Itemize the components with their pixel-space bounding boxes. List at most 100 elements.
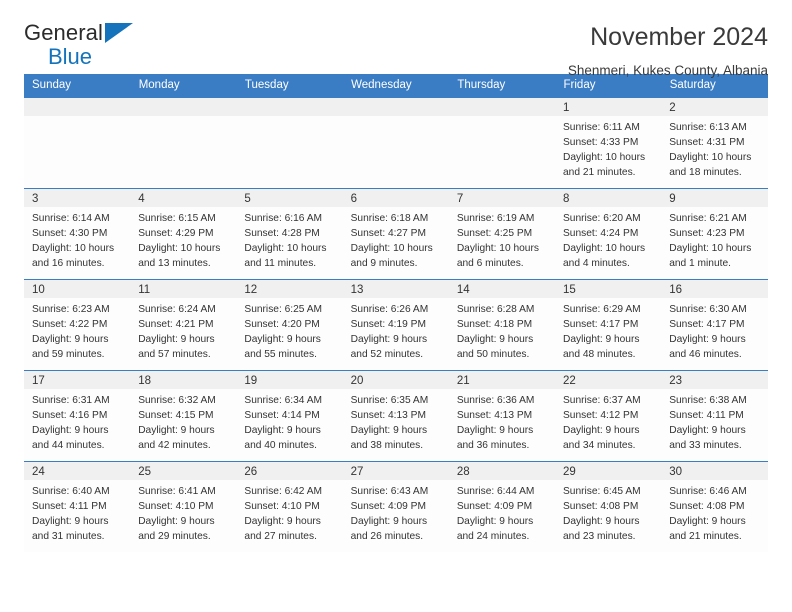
brand-name-bottom: Blue [48,44,93,69]
calendar-day-cell[interactable]: 28 Sunrise: 6:44 AM Sunset: 4:09 PM Dayligh… [448,461,556,552]
weekday-header-sunday: Sunday [24,74,131,98]
day-number: 20 [342,371,449,389]
sunset-text: Sunset: 4:18 PM [456,319,533,331]
sunrise-text: Sunrise: 6:40 AM [32,486,110,497]
title-block: November 2024 Shenmeri, Kukes County, Al… [568,22,768,77]
sunrise-text: Sunrise: 6:44 AM [456,486,535,497]
day-details: Sunrise: 6:34 AM Sunset: 4:14 PM Daylight:… [236,389,342,453]
calendar-day-cell[interactable]: 24 Sunrise: 6:40 AM Sunset: 4:11 PM Dayligh… [24,461,131,552]
calendar-day-cell[interactable]: 13 Sunrise: 6:26 AM Sunset: 4:19 PM Dayligh… [342,279,449,371]
calendar-day-cell[interactable]: 19 Sunrise: 6:34 AM Sunset: 4:14 PM Dayligh… [236,370,343,462]
calendar-day-cell[interactable]: 21 Sunrise: 6:36 AM Sunset: 4:13 PM Dayligh… [448,370,556,462]
calendar-cell-empty [24,97,131,189]
day-details: Sunrise: 6:18 AM Sunset: 4:27 PM Daylight:… [343,207,449,271]
daylight-text: Daylight: 9 hours and 42 minutes. [138,425,215,452]
day-number: 15 [555,280,662,298]
sunset-text: Sunset: 4:23 PM [669,228,745,240]
day-number [448,98,556,116]
day-details: Sunrise: 6:25 AM Sunset: 4:20 PM Daylight:… [236,298,342,362]
daylight-text: Daylight: 10 hours and 6 minutes. [456,243,539,270]
sunrise-text: Sunrise: 6:41 AM [138,486,216,497]
sunrise-text: Sunrise: 6:21 AM [669,213,747,224]
daylight-text: Daylight: 9 hours and 59 minutes. [32,334,109,361]
calendar-day-cell[interactable]: 14 Sunrise: 6:28 AM Sunset: 4:18 PM Dayligh… [448,279,556,371]
sunrise-text: Sunrise: 6:45 AM [563,486,641,497]
daylight-text: Daylight: 9 hours and 23 minutes. [563,516,640,543]
daylight-text: Daylight: 9 hours and 31 minutes. [32,516,109,543]
page-title: November 2024 [590,23,768,51]
calendar-day-cell[interactable]: 25 Sunrise: 6:41 AM Sunset: 4:10 PM Dayligh… [130,461,237,552]
daylight-text: Daylight: 10 hours and 11 minutes. [244,243,327,270]
calendar-day-cell[interactable]: 5 Sunrise: 6:16 AM Sunset: 4:28 PM Daylight… [236,188,343,280]
calendar-day-cell[interactable]: 27 Sunrise: 6:43 AM Sunset: 4:09 PM Dayligh… [342,461,449,552]
calendar-day-cell[interactable]: 17 Sunrise: 6:31 AM Sunset: 4:16 PM Dayligh… [24,370,131,462]
calendar-day-cell[interactable]: 22 Sunrise: 6:37 AM Sunset: 4:12 PM Dayligh… [555,370,662,462]
calendar-day-cell[interactable]: 30 Sunrise: 6:46 AM Sunset: 4:08 PM Dayligh… [661,461,768,552]
calendar-day-cell[interactable]: 29 Sunrise: 6:45 AM Sunset: 4:08 PM Dayligh… [555,461,662,552]
daylight-text: Daylight: 10 hours and 13 minutes. [138,243,221,270]
sunset-text: Sunset: 4:09 PM [350,501,426,513]
calendar-day-cell[interactable]: 11 Sunrise: 6:24 AM Sunset: 4:21 PM Dayligh… [130,279,237,371]
calendar-day-cell[interactable]: 18 Sunrise: 6:32 AM Sunset: 4:15 PM Dayligh… [130,370,237,462]
sunset-text: Sunset: 4:15 PM [138,410,214,422]
day-details: Sunrise: 6:36 AM Sunset: 4:13 PM Daylight:… [449,389,555,453]
calendar-day-cell[interactable]: 23 Sunrise: 6:38 AM Sunset: 4:11 PM Dayligh… [661,370,768,462]
calendar-day-cell[interactable]: 2 Sunrise: 6:13 AM Sunset: 4:31 PM Daylight… [661,97,768,189]
calendar-day-cell[interactable]: 26 Sunrise: 6:42 AM Sunset: 4:10 PM Dayligh… [236,461,343,552]
day-number [130,98,237,116]
day-number: 10 [24,280,131,298]
weekday-header-saturday: Saturday [661,74,769,98]
calendar-day-cell[interactable]: 10 Sunrise: 6:23 AM Sunset: 4:22 PM Dayligh… [24,279,131,371]
sunset-text: Sunset: 4:30 PM [32,228,108,240]
daylight-text: Daylight: 9 hours and 55 minutes. [244,334,321,361]
triangle-icon [105,23,133,43]
calendar-cell-empty [130,97,237,189]
sunset-text: Sunset: 4:19 PM [350,319,426,331]
calendar-day-cell[interactable]: 1 Sunrise: 6:11 AM Sunset: 4:33 PM Daylight… [555,97,662,189]
sunrise-text: Sunrise: 6:34 AM [244,395,322,406]
day-details: Sunrise: 6:29 AM Sunset: 4:17 PM Daylight:… [555,298,661,362]
day-details: Sunrise: 6:20 AM Sunset: 4:24 PM Daylight:… [555,207,661,271]
day-details: Sunrise: 6:41 AM Sunset: 4:10 PM Daylight:… [130,480,236,544]
sunrise-text: Sunrise: 6:13 AM [669,122,747,133]
calendar-day-cell[interactable]: 9 Sunrise: 6:21 AM Sunset: 4:23 PM Daylight… [661,188,768,280]
sunset-text: Sunset: 4:13 PM [350,410,426,422]
daylight-text: Daylight: 9 hours and 57 minutes. [138,334,215,361]
daylight-text: Daylight: 9 hours and 24 minutes. [456,516,534,543]
calendar-day-cell[interactable]: 3 Sunrise: 6:14 AM Sunset: 4:30 PM Daylight… [24,188,131,280]
calendar-day-cell[interactable]: 15 Sunrise: 6:29 AM Sunset: 4:17 PM Dayligh… [555,279,662,371]
sunrise-text: Sunrise: 6:38 AM [669,395,747,406]
calendar-day-cell[interactable]: 20 Sunrise: 6:35 AM Sunset: 4:13 PM Dayligh… [342,370,449,462]
day-details: Sunrise: 6:37 AM Sunset: 4:12 PM Daylight:… [555,389,661,453]
day-number: 1 [555,98,662,116]
daylight-text: Daylight: 9 hours and 29 minutes. [138,516,215,543]
day-number: 18 [130,371,237,389]
daylight-text: Daylight: 9 hours and 40 minutes. [244,425,321,452]
sunrise-text: Sunrise: 6:31 AM [32,395,110,406]
weekday-header-monday: Monday [130,74,237,98]
calendar-day-cell[interactable]: 16 Sunrise: 6:30 AM Sunset: 4:17 PM Dayligh… [661,279,768,371]
day-number: 26 [236,462,343,480]
daylight-text: Daylight: 9 hours and 26 minutes. [350,516,428,543]
calendar-week-row: 1 Sunrise: 6:11 AM Sunset: 4:33 PM Daylight… [24,97,768,189]
brand-logo[interactable]: General Blue [24,22,144,70]
sunrise-text: Sunrise: 6:43 AM [350,486,429,497]
sunrise-text: Sunrise: 6:29 AM [563,304,641,315]
calendar-day-cell[interactable]: 6 Sunrise: 6:18 AM Sunset: 4:27 PM Daylight… [342,188,449,280]
calendar-cell-empty [342,97,449,189]
day-number: 24 [24,462,131,480]
sunset-text: Sunset: 4:22 PM [32,319,108,331]
daylight-text: Daylight: 9 hours and 52 minutes. [350,334,428,361]
calendar-day-cell[interactable]: 8 Sunrise: 6:20 AM Sunset: 4:24 PM Daylight… [555,188,662,280]
daylight-text: Daylight: 10 hours and 18 minutes. [669,152,752,179]
day-number: 19 [236,371,343,389]
day-details: Sunrise: 6:15 AM Sunset: 4:29 PM Daylight:… [130,207,236,271]
calendar-day-cell[interactable]: 7 Sunrise: 6:19 AM Sunset: 4:25 PM Daylight… [448,188,556,280]
day-number [236,98,343,116]
day-details: Sunrise: 6:31 AM Sunset: 4:16 PM Daylight:… [24,389,130,453]
calendar-week-row: 17 Sunrise: 6:31 AM Sunset: 4:16 PM Dayligh… [24,370,768,462]
day-number: 14 [448,280,556,298]
sunrise-text: Sunrise: 6:26 AM [350,304,429,315]
calendar-day-cell[interactable]: 12 Sunrise: 6:25 AM Sunset: 4:20 PM Dayligh… [236,279,343,371]
calendar-day-cell[interactable]: 4 Sunrise: 6:15 AM Sunset: 4:29 PM Daylight… [130,188,237,280]
